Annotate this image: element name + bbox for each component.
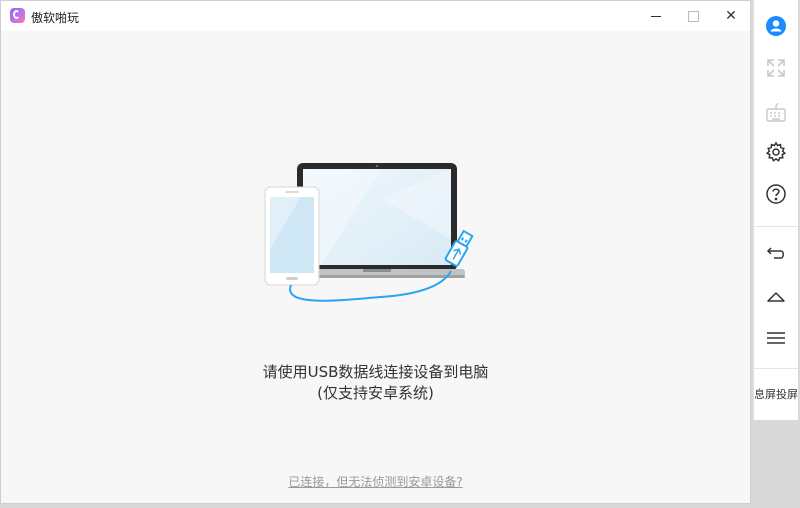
fullscreen-button[interactable] (754, 48, 798, 88)
minimize-icon (651, 15, 661, 17)
separator (754, 368, 798, 369)
connect-instruction: 请使用USB数据线连接设备到电脑 (262, 363, 489, 381)
maximize-button[interactable] (675, 1, 711, 31)
settings-button[interactable] (754, 132, 798, 172)
device-not-detected-link[interactable]: 已连接，但无法侦测到安卓设备? (1, 473, 750, 490)
help-button[interactable] (754, 174, 798, 214)
help-icon (766, 184, 786, 204)
keyboard-button[interactable] (754, 92, 798, 132)
menu-icon (767, 332, 785, 344)
title-bar: 傲软啪玩 ✕ (1, 1, 750, 31)
keyboard-icon (766, 102, 786, 122)
user-button[interactable] (754, 6, 798, 46)
close-button[interactable]: ✕ (713, 1, 749, 31)
home-icon (767, 292, 785, 302)
app-logo-icon (10, 8, 25, 23)
fullscreen-icon (767, 59, 785, 77)
menu-button[interactable] (754, 318, 798, 358)
home-button[interactable] (754, 276, 798, 316)
separator (754, 226, 798, 227)
user-icon (766, 16, 786, 36)
app-title: 傲软啪玩 (31, 11, 80, 25)
maximize-icon (687, 10, 699, 22)
connect-device-illustration (264, 163, 474, 302)
back-button[interactable] (754, 234, 798, 274)
android-only-note: (仅支持安卓系统) (317, 384, 434, 402)
minimize-button[interactable] (638, 1, 674, 31)
phone-icon (264, 186, 320, 286)
screen-off-mirror-button[interactable]: 息屏投屏 (754, 386, 798, 402)
side-toolbar: 息屏投屏 (753, 0, 798, 420)
close-icon: ✕ (725, 8, 737, 24)
settings-icon (765, 141, 787, 162)
app-window: 傲软啪玩 ✕ 请使用USB数据线连接设备到电脑 (仅支持安卓系统) 已连接，但无… (0, 0, 751, 504)
back-icon (766, 247, 784, 259)
